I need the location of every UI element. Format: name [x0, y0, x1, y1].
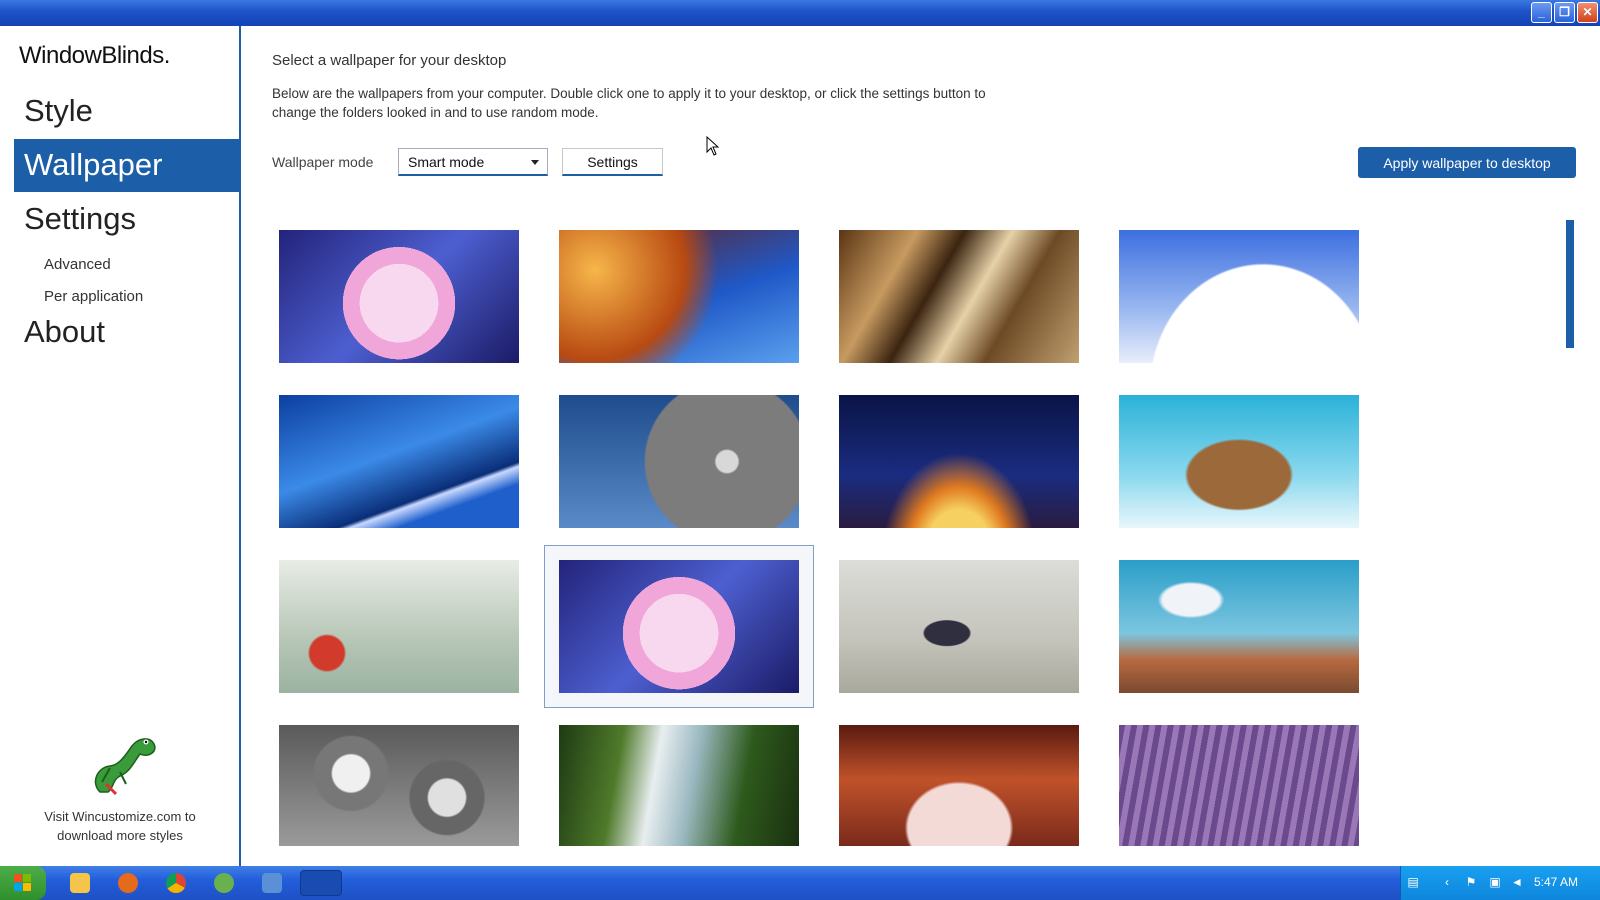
wallpaper-thumbnail-arch-sunset[interactable] — [839, 395, 1079, 528]
firefox-icon[interactable] — [118, 873, 138, 893]
gecko-mascot-icon[interactable] — [80, 732, 160, 796]
apply-wallpaper-button[interactable]: Apply wallpaper to desktop — [1358, 147, 1576, 178]
wallpaper-thumbnail-grey-faces[interactable] — [279, 725, 519, 846]
wallpaper-thumbnail-cartoon-astronaut[interactable] — [279, 230, 519, 363]
windows-logo-icon — [14, 874, 31, 891]
start-button[interactable] — [0, 866, 46, 900]
chevron-down-icon — [531, 160, 539, 165]
close-button[interactable]: ✕ — [1577, 2, 1598, 23]
nav-about[interactable]: About — [14, 306, 241, 359]
wallpaper-thumbnail-flying-turtle-city[interactable] — [1119, 395, 1359, 528]
visit-wincustomize-text[interactable]: Visit Wincustomize.com to download more … — [30, 807, 210, 845]
volume-muted-icon[interactable]: ◄ — [1509, 875, 1525, 891]
settings-button[interactable]: Settings — [562, 148, 663, 176]
keyboard-icon[interactable]: ▤ — [1405, 875, 1421, 891]
nav-settings[interactable]: Settings — [14, 193, 241, 246]
page-description: Below are the wallpapers from your compu… — [272, 86, 986, 120]
wallpaper-thumbnail-flying-figure-village[interactable] — [1119, 560, 1359, 693]
system-tray: ▤ ‹ ⚑ ▣ ◄ 5:47 AM — [1400, 866, 1600, 900]
network-icon[interactable]: ▣ — [1487, 875, 1503, 891]
chrome-icon[interactable] — [166, 873, 186, 893]
wallpaper-mode-select[interactable]: Smart mode — [398, 148, 548, 176]
wallpaper-thumbnail-dotted-dome[interactable] — [559, 395, 799, 528]
page-title: Select a wallpaper for your desktop — [272, 52, 507, 69]
file-explorer-icon[interactable] — [70, 873, 90, 893]
restore-button[interactable]: ❐ — [1554, 2, 1575, 23]
nav-advanced[interactable]: Advanced — [44, 256, 111, 273]
wallpaper-thumbnail-rock-arch-canyon[interactable] — [839, 725, 1079, 846]
nav-style[interactable]: Style — [14, 85, 241, 138]
network-app-icon[interactable] — [262, 873, 282, 893]
sidebar: WindowBlinds. Style Wallpaper Settings A… — [0, 26, 241, 866]
chevron-left-icon[interactable]: ‹ — [1439, 875, 1455, 891]
nav-per-application[interactable]: Per application — [44, 288, 143, 305]
wallpaper-thumbnail-waterfall[interactable] — [559, 725, 799, 846]
clock[interactable]: 5:47 AM — [1534, 875, 1578, 889]
windowblinds-task-button[interactable] — [300, 870, 342, 896]
nav-wallpaper[interactable]: Wallpaper — [14, 139, 241, 192]
wallpaper-thumbnail-cartoon-astronaut-selected[interactable] — [559, 560, 799, 693]
wallpaper-mode-label: Wallpaper mode — [272, 154, 374, 170]
wallpaper-thumbnail-abstract-bronze[interactable] — [839, 230, 1079, 363]
app-icon[interactable] — [214, 873, 234, 893]
wallpaper-thumbnail-blue-architecture[interactable] — [279, 395, 519, 528]
wallpaper-thumbnail-fantasy-creatures[interactable] — [279, 560, 519, 693]
mouse-cursor-icon — [706, 136, 720, 156]
wallpaper-thumbnail-robot-creatures[interactable] — [839, 560, 1079, 693]
wallpaper-thumbnail-lavender-field[interactable] — [1119, 725, 1359, 846]
wallpaper-mode-value: Smart mode — [408, 154, 485, 170]
flag-icon[interactable]: ⚑ — [1463, 875, 1479, 891]
taskbar: ▤ ‹ ⚑ ▣ ◄ 5:47 AM — [0, 866, 1600, 900]
minimize-button[interactable]: _ — [1531, 2, 1552, 23]
scrollbar-thumb[interactable] — [1566, 220, 1574, 348]
window-title-bar: _ ❐ ✕ — [0, 0, 1600, 26]
windowblinds-logo: WindowBlinds. — [19, 42, 170, 69]
wallpaper-thumbnail-space-needle[interactable] — [559, 230, 799, 363]
wallpaper-thumbnail-white-curved-building[interactable] — [1119, 230, 1359, 363]
